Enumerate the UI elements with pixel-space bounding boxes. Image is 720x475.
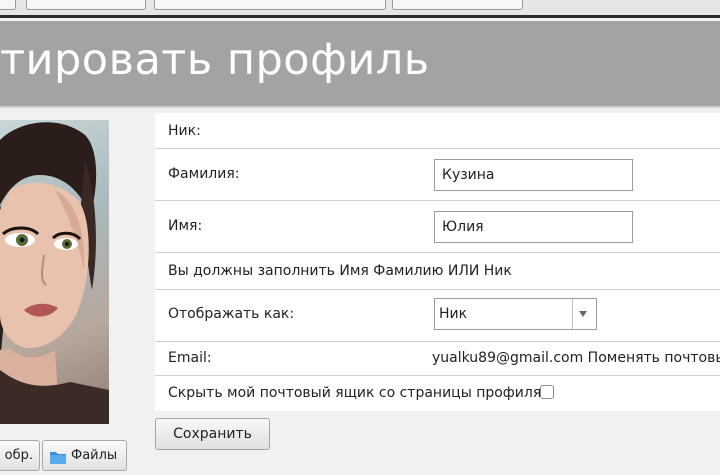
hide-email-label: Скрыть мой почтовый ящик со страницы про… xyxy=(168,385,546,401)
firstname-input[interactable] xyxy=(434,211,633,243)
select-divider xyxy=(572,299,573,329)
lastname-input[interactable] xyxy=(434,159,633,191)
nick-row: Ник: xyxy=(155,113,720,149)
image-button[interactable]: обр. xyxy=(0,440,40,471)
display-as-value: Ник xyxy=(439,306,468,322)
avatar xyxy=(0,120,109,424)
folder-icon xyxy=(49,447,67,464)
header-divider xyxy=(0,106,720,108)
files-button-label: Файлы xyxy=(71,448,118,463)
required-notice: Вы должны заполнить Имя Фамилию ИЛИ Ник xyxy=(168,263,512,279)
top-tab-bar xyxy=(0,0,720,18)
firstname-row: Имя: xyxy=(155,201,720,253)
display-as-label: Отображать как: xyxy=(168,306,295,322)
files-button[interactable]: Файлы xyxy=(42,440,127,471)
hide-email-row: Скрыть мой почтовый ящик со страницы про… xyxy=(155,376,720,411)
top-tab[interactable] xyxy=(154,0,386,10)
image-button-label: обр. xyxy=(4,448,33,463)
lastname-label: Фамилия: xyxy=(168,166,240,182)
display-as-row: Отображать как: Ник xyxy=(155,290,720,342)
email-row: Email: yualku89@gmail.com Поменять почто… xyxy=(155,342,720,376)
profile-form: Ник: Фамилия: Имя: Вы должны заполнить И… xyxy=(155,113,720,411)
top-tab[interactable] xyxy=(26,0,146,10)
top-tab[interactable] xyxy=(392,0,523,10)
display-as-select[interactable]: Ник xyxy=(434,298,597,330)
email-value: yualku89@gmail.com Поменять почтовый xyxy=(432,350,720,366)
top-tab[interactable] xyxy=(0,0,16,10)
page-header: тировать профиль xyxy=(0,21,720,106)
lastname-row: Фамилия: xyxy=(155,149,720,201)
page-title: тировать профиль xyxy=(0,35,430,85)
nick-label: Ник: xyxy=(168,123,201,139)
hide-email-checkbox[interactable] xyxy=(540,385,554,399)
firstname-label: Имя: xyxy=(168,218,203,234)
save-button[interactable]: Сохранить xyxy=(155,418,270,450)
notice-row: Вы должны заполнить Имя Фамилию ИЛИ Ник xyxy=(155,253,720,290)
email-label: Email: xyxy=(168,350,212,366)
chevron-down-icon xyxy=(579,311,587,317)
